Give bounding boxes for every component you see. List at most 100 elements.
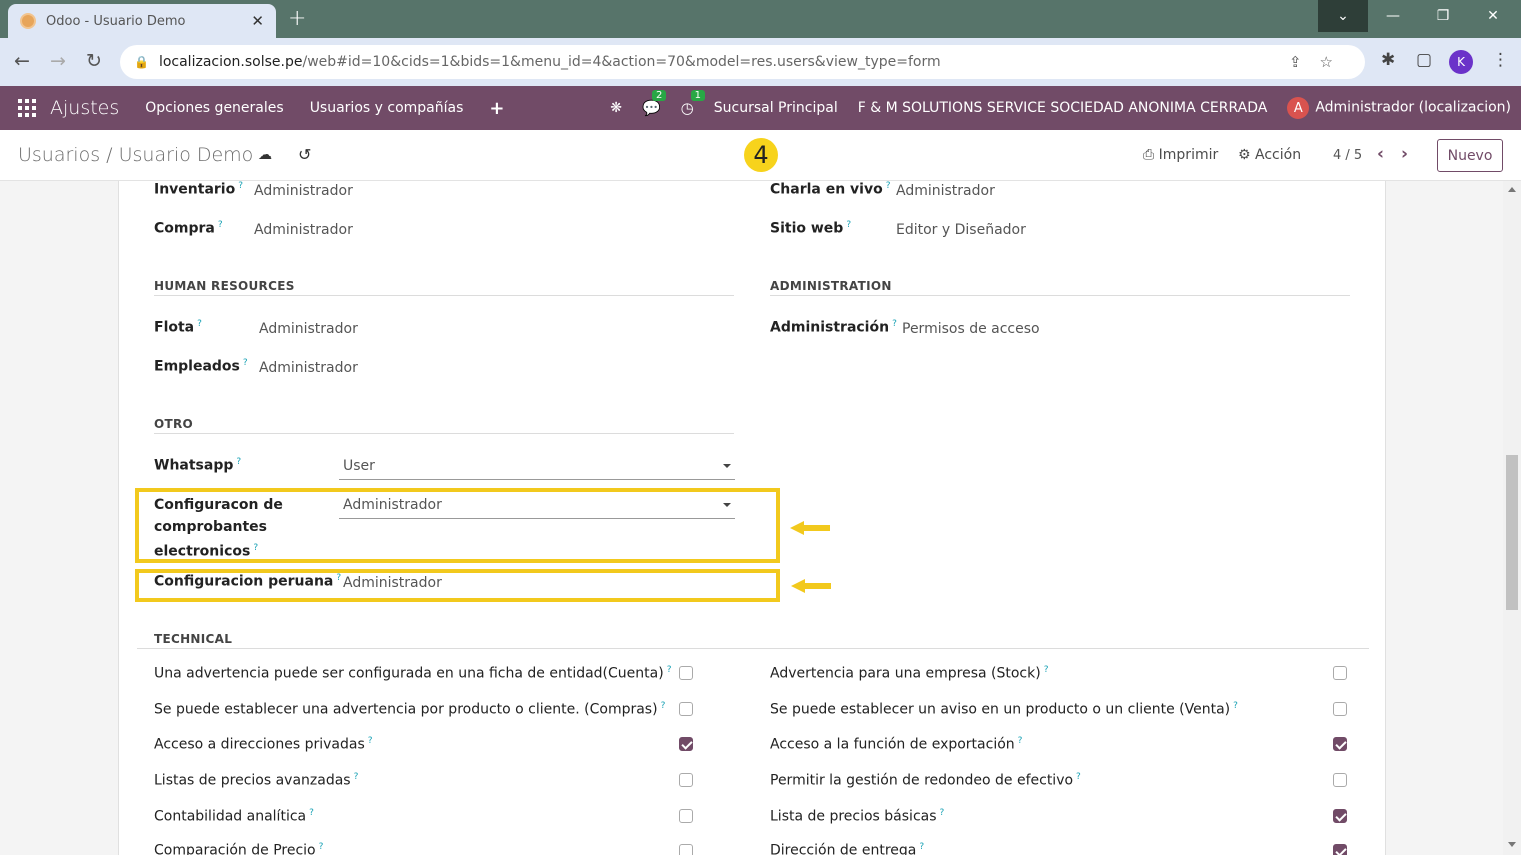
url-field[interactable]: 🔒 localizacion.solse.pe/web#id=10&cids=1… [120,45,1365,79]
back-icon[interactable]: ← [14,50,30,72]
tech-label: Lista de precios básicas? [770,808,945,825]
field-label-sitio-web: Sitio web? [770,220,852,237]
field-label-charla: Charla en vivo? [770,181,891,198]
field-label-flota: Flota? [154,319,202,336]
tech-label: Una advertencia puede ser configurada en… [154,665,672,682]
help-icon: ? [217,220,223,230]
field-value-charla[interactable]: Administrador [896,183,995,199]
new-tab-button[interactable]: + [288,6,306,31]
field-label-empleados: Empleados? [154,358,248,375]
minimize-icon[interactable]: — [1368,0,1418,32]
tech-checkbox[interactable] [1333,666,1347,680]
browser-menu-icon[interactable]: ⋮ [1492,50,1509,70]
tech-checkbox[interactable] [679,666,693,680]
side-panel-icon[interactable]: ▢ [1416,50,1432,70]
discard-icon[interactable]: ↺ [298,145,311,164]
browser-tab[interactable]: Odoo - Usuario Demo ✕ [8,4,276,38]
field-value-compra[interactable]: Administrador [254,222,353,238]
help-icon: ? [892,319,897,329]
add-menu-icon[interactable]: + [489,98,504,119]
help-icon: ? [253,543,259,553]
reload-icon[interactable]: ↻ [86,50,102,72]
action-button[interactable]: ⚙ Acción [1238,147,1301,163]
messages-badge: 2 [651,90,667,101]
restore-icon[interactable]: ❐ [1418,0,1468,32]
page-scrollbar[interactable] [1503,181,1521,855]
field-value-config-peruana[interactable]: Administrador [343,575,442,591]
tech-checkbox[interactable] [679,844,693,855]
tech-label: Permitir la gestión de redondeo de efect… [770,772,1081,789]
tech-checkbox[interactable] [679,809,693,823]
tab-title: Odoo - Usuario Demo [46,13,186,29]
activities-clock-icon[interactable]: ◷ 1 [681,90,706,117]
section-divider [770,295,1350,296]
section-otro: OTRO [154,417,194,431]
pager-previous-icon[interactable]: ‹ [1377,144,1384,164]
url-host: localizacion.solse.pe [158,54,303,70]
tech-label: Advertencia para una empresa (Stock)? [770,665,1049,682]
whatsapp-select[interactable]: User [339,454,735,480]
field-label-config-peruana: Configuracion peruana? [154,573,342,590]
address-bar: ← → ↻ 🔒 localizacion.solse.pe/web#id=10&… [0,38,1521,86]
save-cloud-icon[interactable]: ☁ [258,147,272,163]
scroll-up-icon[interactable] [1508,187,1516,192]
config-comprobantes-select[interactable]: Administrador [339,493,735,519]
new-button[interactable]: Nuevo [1437,139,1503,172]
branch-switcher[interactable]: Sucursal Principal [714,100,838,116]
share-bookmark-icons[interactable]: ⇪☆ [1289,53,1351,71]
odoo-favicon-icon [20,13,36,29]
extensions-icon[interactable]: ✱ [1381,50,1395,70]
window-controls: ⌄ — ❐ ✕ [1318,0,1518,32]
tech-checkbox[interactable] [1333,809,1347,823]
menu-general-settings[interactable]: Opciones generales [145,100,283,116]
control-panel: Usuarios / Usuario Demo ☁ ↺ 4 ⎙ Imprimir… [0,130,1521,181]
close-tab-icon[interactable]: ✕ [251,12,264,30]
field-value-inventario[interactable]: Administrador [254,183,353,199]
tech-checkbox[interactable] [679,702,693,716]
app-name[interactable]: Ajustes [50,97,119,119]
close-window-icon[interactable]: ✕ [1468,0,1518,32]
field-value-flota[interactable]: Administrador [259,321,358,337]
apps-menu-icon[interactable] [18,99,36,117]
scrollbar-thumb[interactable] [1506,455,1518,610]
debug-bug-icon[interactable]: ❋ [610,100,622,116]
breadcrumb-users[interactable]: Usuarios [18,144,100,166]
section-technical: TECHNICAL [154,632,233,646]
scroll-down-icon[interactable] [1508,842,1516,847]
print-button[interactable]: ⎙ Imprimir [1143,147,1218,163]
pager-next-icon[interactable]: › [1401,144,1408,164]
tech-label: Contabilidad analítica? [154,808,314,825]
tech-label: Acceso a la función de exportación? [770,736,1023,753]
tech-checkbox[interactable] [1333,773,1347,787]
tech-checkbox[interactable] [1333,844,1347,855]
field-value-administracion[interactable]: Permisos de acceso [902,321,1040,337]
tech-label: Comparación de Precio? [154,842,324,855]
tech-checkbox[interactable] [1333,702,1347,716]
tab-search-icon[interactable]: ⌄ [1318,0,1368,32]
tech-checkbox[interactable] [1333,737,1347,751]
step-number-badge: 4 [744,138,778,172]
tech-label: Listas de precios avanzadas? [154,772,359,789]
menu-users-companies[interactable]: Usuarios y compañías [310,100,464,116]
field-label-administracion: Administración? [770,319,897,336]
tech-checkbox[interactable] [679,773,693,787]
lock-icon: 🔒 [134,55,149,69]
breadcrumb-current: Usuario Demo [118,144,254,166]
field-value-sitio-web[interactable]: Editor y Diseñador [896,222,1026,238]
tech-checkbox[interactable] [679,737,693,751]
print-icon: ⎙ [1143,147,1159,163]
profile-avatar[interactable]: K [1449,50,1473,74]
forward-icon[interactable]: → [50,50,66,72]
user-menu[interactable]: A Administrador (localizacion) [1287,97,1511,119]
tech-label: Acceso a direcciones privadas? [154,736,373,753]
pager-value[interactable]: 4 / 5 [1333,148,1362,163]
browser-tab-bar: Odoo - Usuario Demo ✕ + ⌄ — ❐ ✕ [0,0,1521,38]
breadcrumb: Usuarios / Usuario Demo [18,144,253,166]
field-value-empleados[interactable]: Administrador [259,360,358,376]
help-icon: ? [197,319,202,329]
company-switcher[interactable]: F & M SOLUTIONS SERVICE SOCIEDAD ANONIMA… [858,100,1268,116]
chevron-down-icon [723,464,731,468]
messages-icon[interactable]: 💬 2 [642,90,667,117]
activities-badge: 1 [690,90,706,101]
help-icon: ? [236,457,242,467]
